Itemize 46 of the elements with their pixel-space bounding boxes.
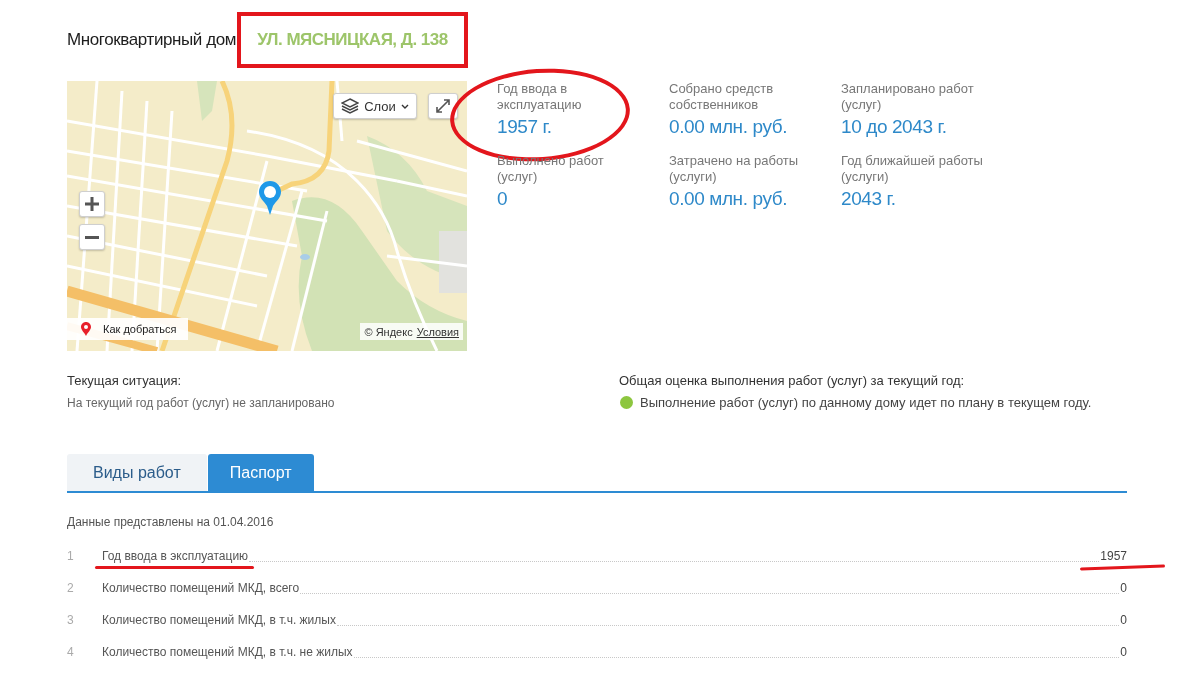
zoom-in-button[interactable]: [79, 191, 105, 217]
route-button[interactable]: Как добраться: [67, 318, 189, 340]
stat-label: Год ввода в эксплуатацию: [497, 81, 583, 113]
stat-value: 10 до 2043 г.: [841, 115, 948, 139]
tab[interactable]: Паспорт: [207, 454, 314, 491]
stat-label: Затрачено на работы (услуги): [669, 153, 800, 185]
status-text: Выполнение работ (услуг) по данному дому идет по плану в текущем году.: [640, 395, 1092, 410]
location-pin-icon: [81, 322, 91, 336]
section-title: Общая оценка выполнения работ (услуг) за текущий год:: [619, 373, 966, 389]
fullscreen-button[interactable]: [428, 93, 458, 119]
row-label: Год ввода в эксплуатацию: [102, 549, 249, 563]
map-attribution: © Яндекс: [364, 325, 413, 338]
stat-value: 0.00 млн. руб.: [669, 115, 789, 139]
row-number: 3: [67, 613, 75, 627]
stat-label: Собрано средств собственников: [669, 81, 775, 113]
minus-icon: [85, 235, 99, 239]
map-pin-icon: [258, 180, 282, 216]
stat-label: Запланировано работ (услуг): [841, 81, 975, 113]
stat-value: 0.00 млн. руб.: [669, 187, 789, 211]
page-title: Многоквартирный дом: [67, 30, 237, 50]
tab[interactable]: Виды работ: [67, 454, 207, 491]
stat-value: 1957 г.: [497, 115, 553, 139]
row-number: 1: [67, 549, 75, 563]
terms-link[interactable]: Условия: [416, 325, 459, 338]
row-value: 0: [1120, 581, 1127, 595]
stat-value: 2043 г.: [841, 187, 897, 211]
row-number: 4: [67, 645, 75, 659]
row-label: Количество помещений МКД, в т.ч. жилых: [102, 613, 336, 627]
situation-text: На текущий год работ (услуг) не запланировано: [67, 395, 336, 411]
street-address: УЛ. МЯСНИЦКАЯ, Д. 138: [257, 30, 448, 50]
row-label: Количество помещений МКД, всего: [102, 581, 300, 595]
expand-icon: [436, 99, 450, 113]
caret-icon: [400, 103, 409, 109]
plus-icon: [85, 197, 99, 211]
stat-label: Год ближайшей работы (услуги): [841, 153, 984, 185]
row-number: 2: [67, 581, 75, 595]
zoom-out-button[interactable]: [79, 224, 105, 250]
section-title: Текущая ситуация:: [67, 373, 183, 389]
layers-icon: [341, 98, 360, 114]
row-label: Количество помещений МКД, в т.ч. не жилых: [102, 645, 353, 659]
row-value: 1957: [1100, 549, 1127, 563]
layers-button[interactable]: Слои: [333, 93, 417, 119]
stat-value: 0: [497, 187, 509, 211]
row-value: 0: [1120, 645, 1127, 659]
data-date-note: Данные представлены на 01.04.2016: [67, 515, 275, 529]
row-value: 0: [1120, 613, 1127, 627]
